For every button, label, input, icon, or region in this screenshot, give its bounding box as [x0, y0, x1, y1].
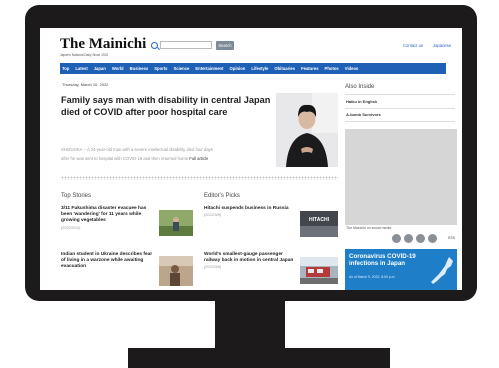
contact-us-link[interactable]: Contact us [403, 43, 423, 48]
covid-banner-date: As of March 9, 2022, 8:00 p.m. [349, 275, 396, 279]
also-inside-title: Also Inside [345, 84, 375, 90]
nav-videos[interactable]: Videos [345, 66, 359, 71]
covid-infections-banner[interactable]: Coronavirus COVID-19 infections in Japan… [345, 249, 457, 290]
nav-business[interactable]: Business [130, 66, 149, 71]
monitor-stand-base [128, 348, 390, 368]
editors-pick-thumbnail[interactable]: HITACHI [300, 211, 338, 237]
nav-japan[interactable]: Japan [94, 66, 106, 71]
nav-lifestyle[interactable]: Lifestyle [251, 66, 268, 71]
search-button[interactable]: Search [216, 41, 234, 50]
top-story-item[interactable]: Indian student in Ukraine describes fear… [61, 252, 157, 271]
youtube-icon[interactable] [428, 234, 437, 243]
sidebar-divider [345, 108, 455, 109]
nav-latest[interactable]: Latest [75, 66, 87, 71]
nav-entertainment[interactable]: Entertainment [195, 66, 223, 71]
editors-pick-item[interactable]: World's smallest-gauge passenger railway… [204, 252, 294, 271]
nav-features[interactable]: Features [301, 66, 318, 71]
issue-date: Thursday, March 10, 2022 [62, 82, 109, 87]
nav-world[interactable]: World [112, 66, 124, 71]
rss-link[interactable]: RSS [448, 236, 455, 240]
thumbnail-brand-text: HITACHI [309, 217, 330, 223]
main-nav: Top Latest Japan World Business Sports S… [60, 63, 446, 74]
monitor-screen: The Mainichi Japan's National Daily Sinc… [40, 28, 462, 290]
japan-map-icon [431, 257, 453, 284]
lead-summary-line: after he was sent to hospital with COVID… [61, 156, 281, 161]
social-media-label: The Mainichi on social media [346, 226, 392, 230]
story-headline[interactable]: 3/11 Fukushima disaster evacuee has been… [61, 206, 146, 223]
editors-pick-thumbnail[interactable] [300, 257, 338, 284]
story-headline[interactable]: Indian student in Ukraine describes fear… [61, 252, 152, 269]
story-date: (2022/3/9) [204, 265, 222, 270]
nav-science[interactable]: Science [174, 66, 190, 71]
instagram-icon[interactable] [416, 234, 425, 243]
lead-summary-line: SHIZUOKA -- A 24-year-old man with a sev… [61, 147, 213, 152]
lead-headline[interactable]: Family says man with disability in centr… [61, 94, 271, 118]
lead-story-photo[interactable] [276, 93, 338, 167]
japanese-link[interactable]: Japanese [433, 43, 451, 48]
section-divider [61, 176, 338, 180]
top-story-thumbnail[interactable] [159, 256, 193, 286]
nav-photos[interactable]: Photos [325, 66, 339, 71]
sidebar-divider [345, 121, 455, 122]
site-logo[interactable]: The Mainichi [60, 37, 146, 52]
top-story-thumbnail[interactable] [159, 210, 193, 236]
site-masthead[interactable]: The Mainichi Japan's National Daily Sinc… [60, 37, 146, 58]
sidebar-divider [345, 94, 455, 95]
search-icon [151, 42, 158, 49]
story-date: (2022/3/9) [204, 213, 222, 218]
editors-pick-item[interactable]: Hitachi suspends business in Russia (2022… [204, 206, 294, 218]
full-article-link[interactable]: Full article [189, 156, 208, 161]
sidebar-link-haiku[interactable]: Haiku in English [346, 99, 377, 104]
top-story-item[interactable]: 3/11 Fukushima disaster evacuee has been… [61, 206, 157, 231]
lead-summary-text: after he was sent to hospital with COVID… [61, 156, 189, 161]
editors-picks-title: Editor's Picks [204, 193, 240, 199]
sidebar-link-abomb[interactable]: A-bomb Survivors [346, 112, 381, 117]
facebook-icon[interactable] [392, 234, 401, 243]
ad-placeholder [345, 129, 457, 225]
twitter-icon[interactable] [404, 234, 413, 243]
nav-opinion[interactable]: Opinion [230, 66, 246, 71]
search-input[interactable] [160, 41, 212, 49]
story-date: (2022/3/10) [61, 225, 81, 230]
covid-banner-title: Coronavirus COVID-19 infections in Japan [349, 253, 416, 268]
top-stories-title: Top Stories [61, 193, 92, 199]
nav-obituaries[interactable]: Obituaries [274, 66, 295, 71]
monitor-stand-neck [215, 300, 285, 350]
story-headline[interactable]: Hitachi suspends business in Russia [204, 206, 289, 211]
nav-sports[interactable]: Sports [154, 66, 167, 71]
nav-top[interactable]: Top [62, 66, 69, 71]
site-tagline: Japan's National Daily Since 1922 [60, 53, 109, 57]
story-headline[interactable]: World's smallest-gauge passenger railway… [204, 252, 293, 263]
